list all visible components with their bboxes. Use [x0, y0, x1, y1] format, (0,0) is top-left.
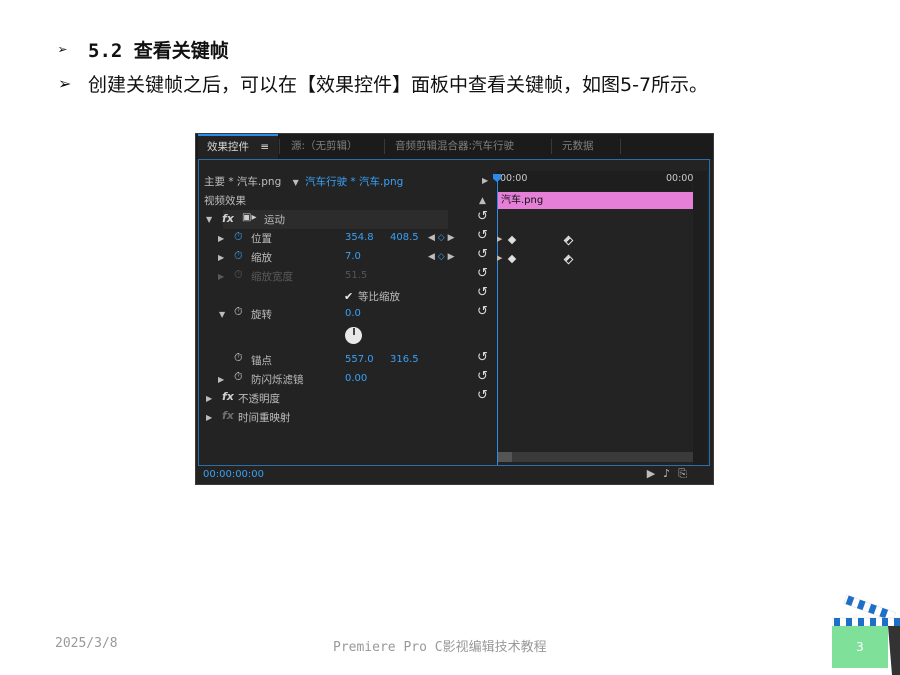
collapse-triangle-icon[interactable]: ▼: [206, 215, 212, 224]
heading-text: 5.2 查看关键帧: [88, 40, 229, 62]
time-remap-label: 时间重映射: [238, 412, 291, 424]
scrollbar-handle[interactable]: [498, 452, 512, 462]
audio-play-icon[interactable]: ▶♪: [647, 467, 678, 480]
tab-divider: [620, 139, 621, 154]
fx-icon[interactable]: fx: [222, 390, 234, 403]
scale-value[interactable]: 7.0: [345, 251, 361, 262]
tab-label: 效果控件: [207, 141, 249, 153]
uniform-scale-checkbox[interactable]: ✔: [344, 290, 353, 303]
expand-triangle-icon[interactable]: ▶: [218, 253, 224, 262]
stopwatch-icon[interactable]: ⏱: [234, 249, 243, 263]
uniform-scale-label: 等比缩放: [358, 291, 400, 303]
scale-width-label: 缩放宽度: [251, 271, 293, 283]
timeline-ruler[interactable]: 00:00 00:00: [496, 171, 694, 191]
reset-icon[interactable]: ↺: [477, 350, 488, 365]
keyframe-navigator[interactable]: ◀ ◇ ▶: [428, 233, 455, 243]
antiflicker-label: 防闪烁滤镜: [251, 374, 304, 386]
reset-icon[interactable]: ↺: [477, 228, 488, 243]
panel-footer-icons: ▶♪⎘: [647, 467, 695, 481]
bullet-heading: ➢ 5.2 查看关键帧: [58, 36, 229, 63]
motion-label: 运动: [264, 214, 285, 226]
collapse-up-icon[interactable]: ▲: [479, 196, 486, 206]
keyframe-marker-icon: ▶: [497, 254, 503, 262]
expand-triangle-icon: ▶: [218, 272, 225, 281]
effect-controls-panel: 效果控件 ≡ 源:（无剪辑） 音频剪辑混合器:汽车行驶 元数据 主要 * 汽车.…: [195, 133, 714, 485]
arrow-bullet-icon: ➢: [58, 74, 72, 93]
tab-source[interactable]: 源:（无剪辑）: [282, 134, 367, 159]
dropdown-triangle-icon[interactable]: ▼: [293, 178, 299, 187]
tab-metadata[interactable]: 元数据: [553, 134, 603, 159]
footer-date: 2025/3/8: [55, 636, 118, 651]
tab-divider: [384, 139, 385, 154]
reset-icon[interactable]: ↺: [477, 266, 488, 281]
bullet-body: ➢ 创建关键帧之后，可以在【效果控件】面板中查看关键帧，如图5-7所示。: [58, 70, 708, 97]
reset-icon[interactable]: ↺: [477, 388, 488, 403]
keyframe-marker-icon: ▶: [497, 235, 503, 243]
rotation-dial[interactable]: [345, 327, 362, 344]
master-clip-label[interactable]: 主要 * 汽车.png: [204, 176, 281, 188]
opacity-label: 不透明度: [238, 393, 280, 405]
reset-icon[interactable]: ↺: [477, 369, 488, 384]
current-timecode[interactable]: 00:00:00:00: [203, 469, 264, 480]
tab-audio-mixer[interactable]: 音频剪辑混合器:汽车行驶: [386, 134, 523, 159]
anchor-y-value[interactable]: 316.5: [390, 354, 419, 365]
section-header: 视频效果: [204, 192, 246, 211]
footer-title: Premiere Pro C影视编辑技术教程: [333, 640, 547, 655]
tab-effect-controls[interactable]: 效果控件 ≡: [198, 134, 279, 159]
antiflicker-value[interactable]: 0.00: [345, 373, 367, 384]
playhead-line[interactable]: [497, 177, 498, 465]
expand-triangle-icon[interactable]: ▶: [206, 413, 212, 422]
export-icon[interactable]: ⎘: [678, 467, 695, 480]
keyframe-navigator[interactable]: ◀ ◇ ▶: [428, 252, 455, 262]
reset-icon[interactable]: ↺: [477, 247, 488, 262]
stopwatch-icon: ⏱: [234, 268, 243, 281]
tab-menu-icon[interactable]: ≡: [260, 141, 269, 153]
timeline-vertical-scrollbar[interactable]: [693, 171, 707, 465]
timeline-end-time: 00:00: [666, 173, 694, 184]
position-y-value[interactable]: 408.5: [390, 232, 419, 243]
reset-icon[interactable]: ↺: [477, 285, 488, 300]
expand-triangle-icon[interactable]: ▶: [206, 394, 212, 403]
motion-transform-icon[interactable]: ▣▸: [242, 212, 256, 223]
row-highlight: [223, 210, 448, 229]
collapse-triangle-icon[interactable]: ▼: [219, 310, 225, 319]
expand-timeline-icon[interactable]: ▶: [482, 176, 488, 185]
position-x-value[interactable]: 354.8: [345, 232, 374, 243]
sequence-clip-label[interactable]: 汽车行驶 * 汽车.png: [305, 176, 403, 188]
expand-triangle-icon[interactable]: ▶: [218, 375, 224, 384]
timeline-clip[interactable]: 汽车.png: [498, 192, 693, 209]
timeline-horizontal-scrollbar[interactable]: [498, 452, 693, 462]
tab-divider: [551, 139, 552, 154]
arrow-bullet-icon: ➢: [58, 40, 68, 59]
anchor-x-value[interactable]: 557.0: [345, 354, 374, 365]
expand-triangle-icon[interactable]: ▶: [218, 234, 224, 243]
scale-width-value: 51.5: [345, 270, 368, 281]
fx-icon[interactable]: fx: [222, 212, 234, 225]
stopwatch-icon[interactable]: ⏱: [234, 230, 243, 244]
position-label: 位置: [251, 233, 272, 245]
anchor-label: 锚点: [251, 355, 272, 367]
page-number: 3: [832, 626, 888, 668]
reset-icon[interactable]: ↺: [477, 304, 488, 319]
rotation-label: 旋转: [251, 309, 272, 321]
scale-label: 缩放: [251, 252, 272, 264]
reset-icon[interactable]: ↺: [477, 209, 488, 224]
timeline-start-time: 00:00: [500, 173, 528, 184]
section-title: 视频效果: [204, 195, 246, 207]
rotation-value[interactable]: 0.0: [345, 308, 361, 319]
body-text: 创建关键帧之后，可以在【效果控件】面板中查看关键帧，如图5-7所示。: [88, 74, 709, 96]
stopwatch-icon[interactable]: ⏱: [234, 370, 243, 384]
panel-tabs: 效果控件 ≡ 源:（无剪辑） 音频剪辑混合器:汽车行驶 元数据: [196, 134, 713, 159]
fx-icon: fx: [222, 409, 234, 422]
clip-selector[interactable]: 主要 * 汽车.png ▼ 汽车行驶 * 汽车.png: [204, 174, 403, 189]
stopwatch-icon[interactable]: ⏱: [234, 351, 243, 365]
tab-divider: [279, 139, 280, 154]
stopwatch-icon[interactable]: ⏱: [234, 305, 243, 319]
